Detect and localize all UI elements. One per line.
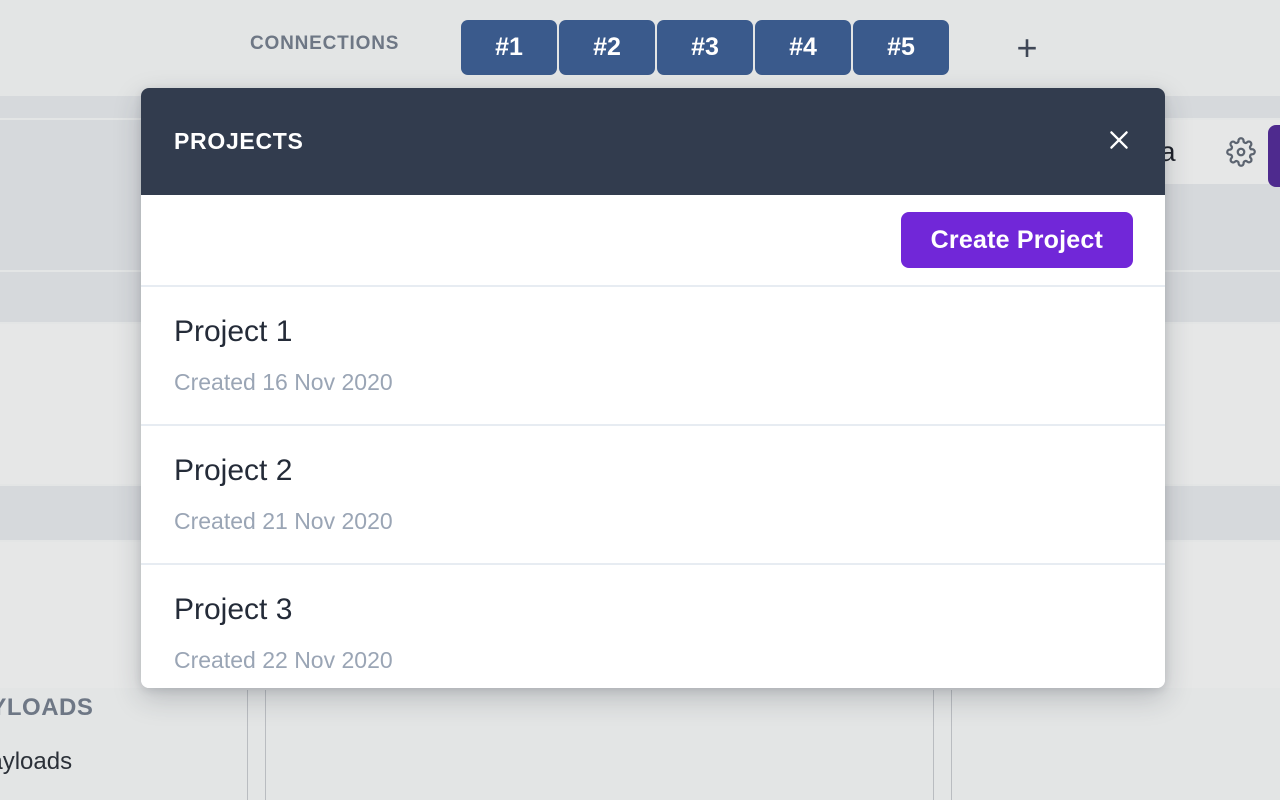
connections-toolbar: CONNECTIONS #1 #2 #3 #4 #5 +: [0, 0, 1280, 96]
column-divider: [933, 690, 934, 800]
project-name: Project 2: [174, 454, 293, 488]
column-divider: [951, 690, 952, 800]
right-action-button[interactable]: [1268, 125, 1280, 187]
project-created-date: Created 22 Nov 2020: [174, 646, 393, 673]
create-project-button[interactable]: Create Project: [900, 212, 1133, 268]
project-list-item[interactable]: Project 3 Created 22 Nov 2020: [141, 565, 1165, 688]
add-connection-button[interactable]: +: [1008, 26, 1046, 68]
connection-tab-3[interactable]: #3: [657, 20, 753, 75]
connection-tab-4[interactable]: #4: [755, 20, 851, 75]
connections-label: CONNECTIONS: [250, 33, 400, 54]
payloads-section-heading: PAYLOADS: [0, 694, 94, 721]
projects-modal: PROJECTS Create Project Project 1 Create…: [141, 88, 1165, 688]
project-name: Project 3: [174, 593, 293, 627]
project-name: Project 1: [174, 315, 293, 348]
modal-title: PROJECTS: [174, 128, 304, 154]
column-divider: [265, 690, 266, 800]
close-button[interactable]: [1102, 125, 1136, 159]
project-list-item[interactable]: Project 2 Created 21 Nov 2020: [141, 426, 1165, 566]
gear-icon[interactable]: [1226, 137, 1256, 167]
project-created-date: Created 21 Nov 2020: [174, 507, 393, 534]
connection-tab-5[interactable]: #5: [853, 20, 949, 75]
projects-list[interactable]: Project 1 Created 16 Nov 2020 Project 2 …: [141, 287, 1165, 688]
connection-tab-2[interactable]: #2: [559, 20, 655, 75]
modal-toolbar: Create Project: [141, 195, 1165, 287]
project-list-item[interactable]: Project 1 Created 16 Nov 2020: [141, 287, 1165, 427]
connection-tab-1[interactable]: #1: [461, 20, 557, 75]
column-divider: [247, 690, 248, 800]
modal-header: PROJECTS: [141, 88, 1165, 195]
payloads-section-subtext: e payloads: [0, 748, 73, 775]
close-icon: [1106, 127, 1132, 156]
project-created-date: Created 16 Nov 2020: [174, 368, 393, 395]
connection-tabs: #1 #2 #3 #4 #5: [461, 20, 949, 75]
